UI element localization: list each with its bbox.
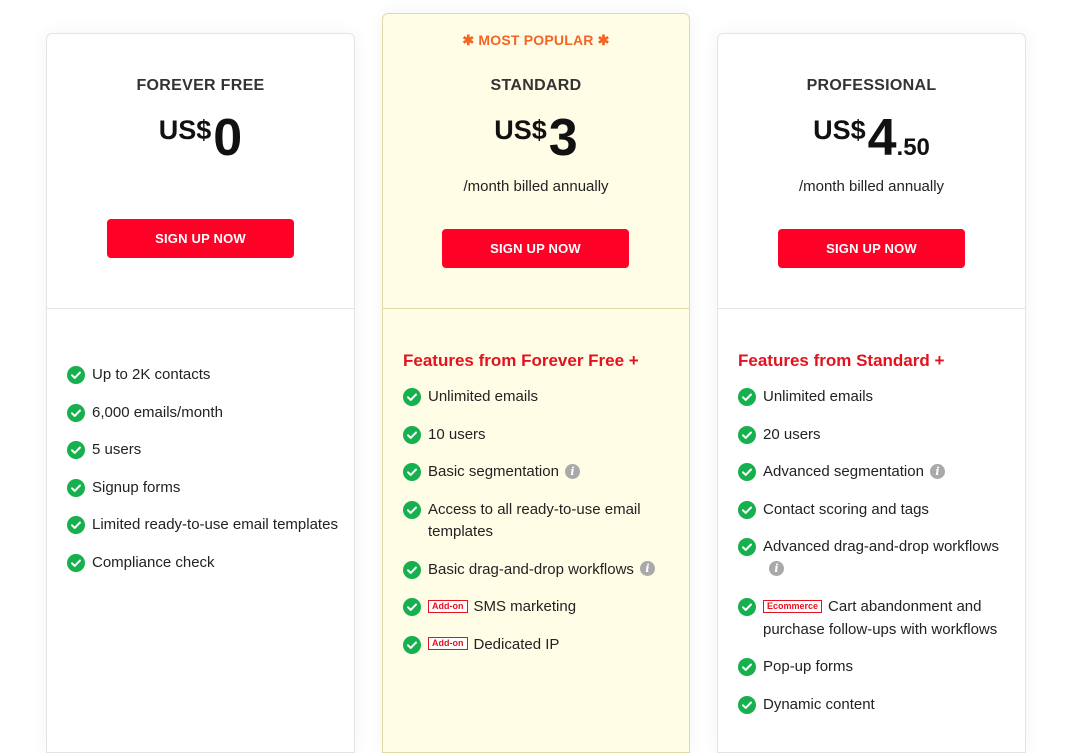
features-heading: Features from Standard + [738,351,945,370]
plan-price: US$3 [383,112,689,164]
check-circle-icon [67,553,85,572]
divider [383,308,689,309]
plan-name: PROFESSIONAL [806,77,937,94]
ecommerce-badge: Ecommerce [763,599,823,613]
list-item: Unlimited emails [738,386,1009,409]
list-item: 20 users [738,424,1009,447]
addon-badge: Add-on [428,637,468,651]
list-item: Basic segmentation i [403,461,673,484]
list-item: Add-on SMS marketing [403,596,673,619]
price-amount: 4 [867,109,897,167]
check-circle-icon [738,598,756,616]
check-circle-icon [403,635,421,654]
list-item: Pop-up forms [738,656,1009,679]
list-item: 5 users [67,439,338,462]
list-item: Advanced segmentation i [738,461,1009,484]
sign-up-button[interactable]: SIGN UP NOW [442,229,629,268]
list-item: Access to all ready-to-use email templat… [403,499,673,544]
divider [718,308,1025,309]
plan-card-forever-free: FOREVER FREE US$0 SIGN UP NOW Up to 2K c… [46,33,355,753]
list-item: Add-on Dedicated IP [403,634,673,657]
check-circle-icon [403,463,421,481]
check-circle-icon [67,478,85,497]
price-currency: US$ [813,115,866,145]
check-circle-icon [738,658,756,676]
plan-price: US$0 [47,112,354,164]
list-item: Unlimited emails [403,386,673,409]
sign-up-button[interactable]: SIGN UP NOW [107,219,294,258]
list-item: Contact scoring and tags [738,499,1009,522]
list-item: Up to 2K contacts [67,364,338,387]
check-circle-icon [403,598,421,616]
plan-price: US$4.50 [718,112,1025,164]
plan-card-standard: ✱ MOST POPULAR ✱ STANDARD US$3 /month bi… [382,13,690,753]
check-circle-icon [403,560,421,579]
plan-name: FOREVER FREE [136,77,265,94]
check-circle-icon [738,425,756,444]
billing-note: /month billed annually [463,178,609,195]
plan-card-professional: PROFESSIONAL US$4.50 /month billed annua… [717,33,1026,753]
check-circle-icon [403,388,421,406]
price-decimal: .50 [896,134,930,161]
price-currency: US$ [158,115,212,145]
info-icon[interactable]: i [769,561,784,577]
check-circle-icon [738,695,756,714]
info-icon[interactable]: i [639,561,655,577]
list-item: Compliance check [67,552,338,575]
features-heading: Features from Forever Free + [403,351,639,370]
feature-list: Unlimited emails 10 users Basic segmenta… [403,386,673,671]
check-circle-icon [403,425,421,444]
billing-note: /month billed annually [798,178,945,195]
sign-up-button[interactable]: SIGN UP NOW [778,229,965,268]
feature-list: Up to 2K contacts 6,000 emails/month 5 u… [67,364,338,589]
price-amount: 3 [548,109,578,167]
check-circle-icon [67,516,85,534]
addon-badge: Add-on [428,599,468,613]
list-item: Ecommerce Cart abandonment and purchase f… [738,596,1009,641]
info-icon[interactable]: i [929,463,945,479]
list-item: Basic drag-and-drop workflows i [403,559,673,582]
check-circle-icon [738,388,756,406]
divider [47,308,354,309]
list-item: Dynamic content [738,694,1009,717]
info-icon[interactable]: i [564,463,580,479]
check-circle-icon [738,463,756,481]
check-circle-icon [67,403,85,422]
feature-list: Unlimited emails 20 users Advanced segme… [738,386,1009,731]
price-currency: US$ [494,115,547,145]
most-popular-badge: ✱ MOST POPULAR ✱ [462,32,610,48]
price-amount: 0 [213,109,243,167]
list-item: Limited ready-to-use email templates [67,514,338,537]
check-circle-icon [67,366,85,384]
check-circle-icon [67,441,85,459]
check-circle-icon [403,500,421,519]
check-circle-icon [738,538,756,556]
plan-name: STANDARD [490,77,582,94]
list-item: Signup forms [67,477,338,500]
list-item: Advanced drag-and-drop workflowsi [738,536,1009,581]
list-item: 10 users [403,424,673,447]
check-circle-icon [738,500,756,519]
list-item: 6,000 emails/month [67,402,338,425]
